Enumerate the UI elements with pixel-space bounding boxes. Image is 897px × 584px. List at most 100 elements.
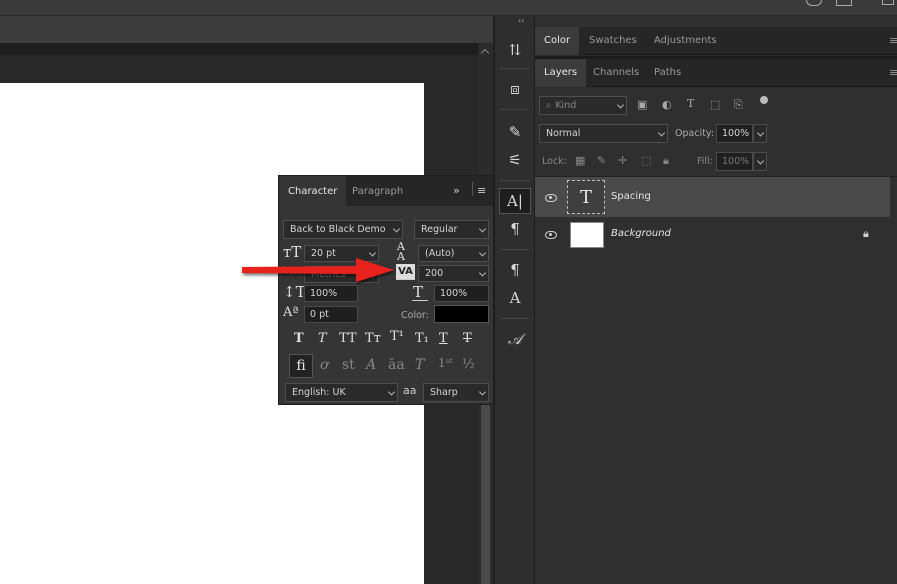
- font-style-value: Regular: [421, 224, 458, 235]
- faux-bold-icon[interactable]: T: [294, 331, 304, 346]
- baseline-shift-input[interactable]: 0 pt: [304, 306, 358, 323]
- panel-menu-icon[interactable]: ≡: [889, 66, 897, 79]
- small-caps-icon[interactable]: Tт: [365, 331, 381, 346]
- horizontal-scale-arrow: [412, 300, 428, 301]
- strikethrough-icon[interactable]: T: [463, 331, 472, 346]
- window-icon[interactable]: [882, 0, 894, 5]
- tab-paragraph[interactable]: Paragraph: [343, 176, 412, 206]
- search-icon: ⌕: [546, 100, 552, 111]
- antialias-select[interactable]: Sharp: [423, 383, 489, 402]
- lock-position-icon[interactable]: ✛: [618, 154, 627, 167]
- swash-icon[interactable]: A: [366, 357, 376, 373]
- fractions-icon[interactable]: ½: [462, 357, 475, 372]
- tab-layers[interactable]: Layers: [535, 59, 587, 87]
- paragraph-icon[interactable]: ¶: [499, 216, 531, 242]
- fill-label: Fill:: [697, 156, 713, 167]
- font-family-value: Back to Black Demo: [290, 224, 386, 235]
- lock-transparent-icon[interactable]: ▦: [575, 154, 585, 167]
- all-caps-icon[interactable]: TT: [339, 331, 357, 346]
- document-tab-bar: [0, 16, 493, 43]
- blend-mode-select[interactable]: Normal: [539, 124, 668, 143]
- smart-object-filter-icon[interactable]: ⎘: [734, 98, 743, 112]
- blend-mode-value: Normal: [546, 128, 581, 139]
- paragraph-styles-icon[interactable]: ¶: [499, 257, 531, 283]
- workspace-icon[interactable]: [836, 0, 852, 6]
- options-bar: [0, 0, 897, 16]
- opacity-input[interactable]: 100%: [716, 124, 753, 143]
- scrollbar-thumb[interactable]: [481, 404, 490, 584]
- character-styles-icon[interactable]: A: [499, 285, 531, 311]
- tab-channels[interactable]: Channels: [584, 59, 648, 87]
- tracking-icon: VA: [396, 264, 415, 279]
- document-ruler: [0, 43, 478, 55]
- antialias-icon: aa: [403, 384, 417, 397]
- annotation-arrow: [242, 258, 394, 282]
- lock-image-icon[interactable]: ✎: [597, 154, 606, 167]
- filter-toggle-icon[interactable]: [760, 96, 768, 104]
- titling-alternates-icon[interactable]: T: [415, 357, 424, 373]
- brush-presets-icon[interactable]: ⚟: [499, 147, 531, 173]
- baseline-shift-icon: Aª: [283, 305, 299, 320]
- lock-all-icon[interactable]: 🔒︎: [663, 154, 669, 168]
- leading-icon: AA: [397, 240, 405, 263]
- tab-character[interactable]: Character: [279, 176, 347, 206]
- divider: [500, 180, 530, 181]
- tab-swatches[interactable]: Swatches: [580, 27, 646, 55]
- tracking-icon-underline: [396, 279, 415, 280]
- text-layer-thumbnail-icon: T: [567, 180, 605, 214]
- faux-italic-icon[interactable]: T: [318, 331, 327, 346]
- history-icon[interactable]: ⇅: [499, 37, 531, 63]
- fill-input[interactable]: 100%: [716, 152, 753, 171]
- layer-row-spacing[interactable]: T Spacing: [535, 177, 890, 217]
- ligatures-icon[interactable]: fi: [289, 354, 313, 378]
- divider: [500, 318, 530, 319]
- tracking-value: 200: [425, 268, 444, 279]
- divider: [472, 182, 473, 196]
- pixel-filter-icon[interactable]: ▣: [637, 98, 647, 111]
- panel-menu-icon[interactable]: ≡: [477, 184, 486, 197]
- ordinals-icon[interactable]: 1ˢᵗ: [438, 356, 453, 370]
- tab-color[interactable]: Color: [535, 27, 580, 55]
- layer-row-background[interactable]: Background 🔒︎: [535, 218, 890, 251]
- fill-dropdown[interactable]: [753, 152, 767, 171]
- stylistic-alternates-icon[interactable]: āa: [388, 357, 405, 373]
- collapse-panel-icon[interactable]: »: [453, 184, 460, 197]
- language-value: English: UK: [292, 387, 346, 398]
- layer-name[interactable]: Background: [611, 228, 671, 239]
- horizontal-scale-input[interactable]: 100%: [434, 285, 489, 302]
- superscript-icon[interactable]: T¹: [390, 329, 404, 344]
- lock-icon: 🔒︎: [863, 227, 869, 240]
- text-color-swatch[interactable]: [434, 305, 489, 323]
- lock-artboard-icon[interactable]: ⬚: [641, 154, 651, 167]
- tab-adjustments[interactable]: Adjustments: [645, 27, 726, 55]
- old-style-icon[interactable]: ơ: [320, 357, 328, 373]
- adjustment-filter-icon[interactable]: ◐: [662, 98, 672, 111]
- character-panel-icon[interactable]: A|: [499, 188, 531, 214]
- leading-value: (Auto): [425, 248, 455, 259]
- layer-filter-select[interactable]: ⌕ Kind: [539, 96, 627, 115]
- underline-icon[interactable]: T: [439, 331, 448, 346]
- panel-menu-icon[interactable]: ≡: [889, 34, 897, 47]
- type-filter-icon[interactable]: T: [687, 97, 694, 110]
- divider: [500, 68, 530, 69]
- discretionary-ligatures-icon[interactable]: st: [342, 357, 355, 373]
- tracking-select[interactable]: 200: [418, 265, 489, 282]
- tab-paths[interactable]: Paths: [645, 59, 690, 87]
- antialias-value: Sharp: [430, 387, 458, 398]
- shape-filter-icon[interactable]: ⬚: [710, 98, 720, 111]
- visibility-eye-icon[interactable]: [545, 231, 557, 239]
- collapse-icon[interactable]: ‹‹: [518, 16, 524, 25]
- vertical-scale-input[interactable]: 100%: [304, 285, 358, 302]
- opacity-dropdown[interactable]: [753, 124, 767, 143]
- leading-select[interactable]: (Auto): [418, 245, 489, 262]
- brush-settings-icon[interactable]: ✎: [499, 119, 531, 145]
- subscript-icon[interactable]: T₁: [415, 331, 429, 346]
- font-style-select[interactable]: Regular: [414, 220, 489, 239]
- language-select[interactable]: English: UK: [285, 383, 398, 402]
- 3d-cube-icon[interactable]: ⧈: [499, 76, 531, 102]
- layer-name[interactable]: Spacing: [611, 191, 651, 202]
- font-family-select[interactable]: Back to Black Demo: [283, 220, 403, 239]
- lock-label: Lock:: [542, 156, 567, 167]
- glyphs-icon[interactable]: 𝒜: [499, 326, 531, 352]
- visibility-eye-icon[interactable]: [545, 194, 557, 202]
